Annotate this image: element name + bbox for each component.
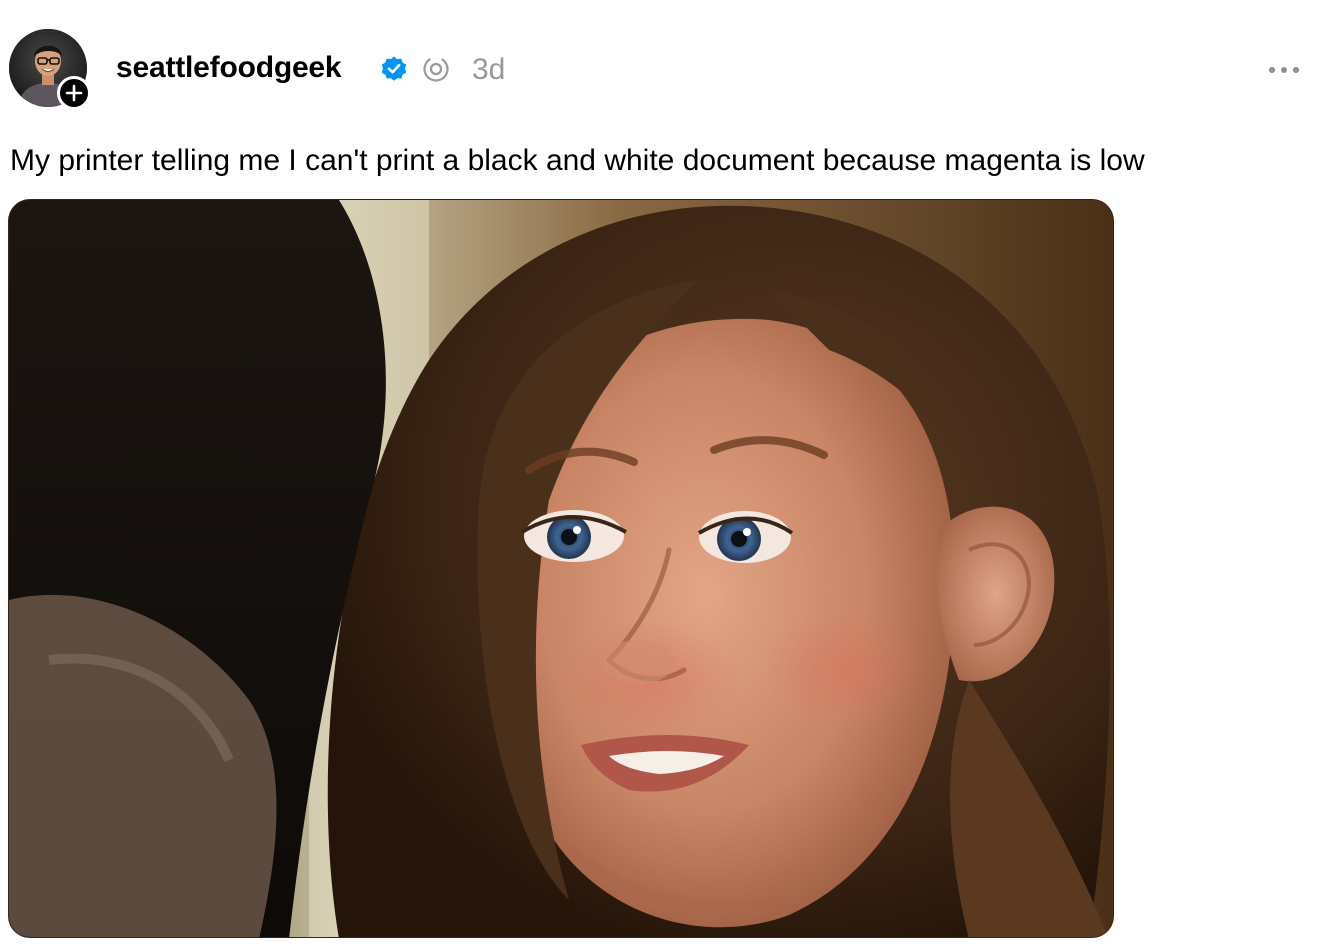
post-caption: My printer telling me I can't print a bl… <box>10 144 1145 177</box>
post-image[interactable] <box>8 199 1114 938</box>
more-options-button[interactable] <box>1262 56 1310 84</box>
ellipsis-icon <box>1269 67 1299 73</box>
verified-badge-icon <box>381 56 407 81</box>
follow-button[interactable] <box>57 76 91 110</box>
meme-photo <box>9 200 1113 937</box>
threads-icon <box>423 56 449 82</box>
plus-icon <box>65 84 83 102</box>
post-header: seattlefoodgeek 3d <box>0 0 1318 120</box>
post-timestamp[interactable]: 3d <box>472 52 505 88</box>
author-username[interactable]: seattlefoodgeek <box>116 50 342 86</box>
author-avatar-button[interactable] <box>9 29 91 110</box>
